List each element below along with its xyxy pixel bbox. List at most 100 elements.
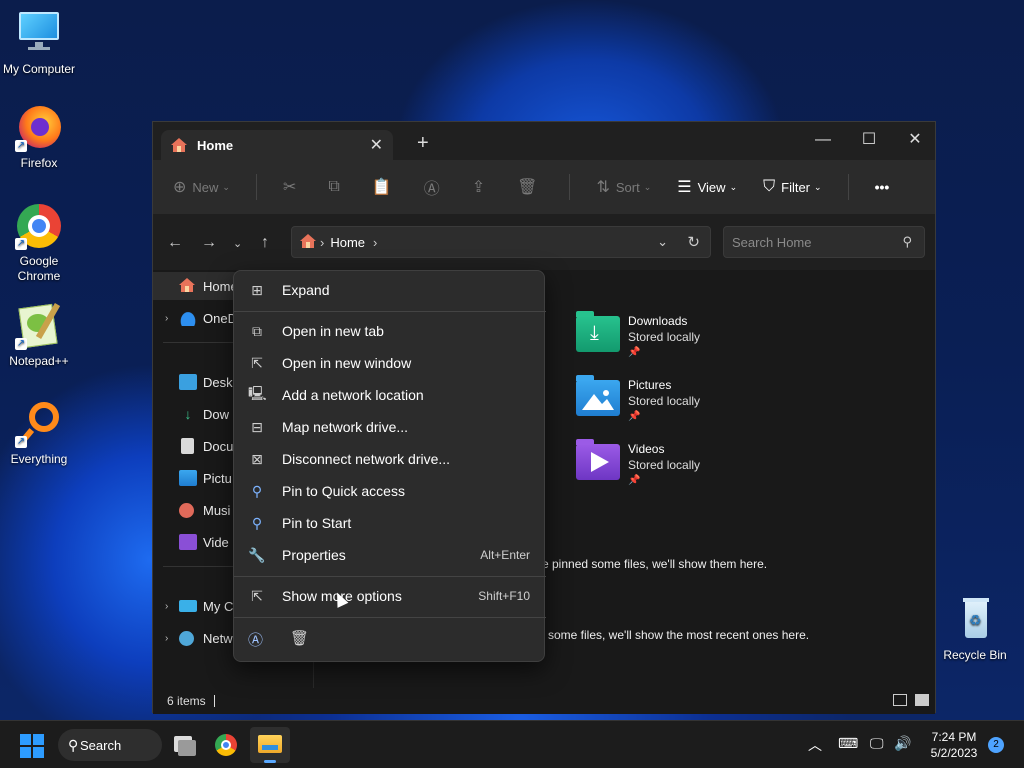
- keyboard-icon[interactable]: ⌨: [838, 735, 858, 752]
- start-button[interactable]: [20, 734, 44, 758]
- filter-button[interactable]: ⛉ Filter ⌄: [763, 178, 821, 196]
- folder-status: Stored locally: [628, 458, 701, 472]
- status-bar: 6 items: [153, 688, 935, 714]
- folder-icon: [258, 735, 282, 753]
- taskbar-chrome[interactable]: [206, 727, 246, 763]
- menu-item-pin-quick-access[interactable]: ⚲ Pin to Quick access: [242, 476, 538, 506]
- share-button[interactable]: ⇪: [472, 177, 491, 197]
- desktop-icon-everything[interactable]: ↗ Everything: [1, 400, 77, 466]
- volume-icon[interactable]: 🔊: [894, 735, 911, 752]
- nav-label: My C: [203, 598, 234, 614]
- rename-icon[interactable]: Ⓐ: [248, 629, 263, 650]
- close-window-icon[interactable]: ✕: [892, 126, 938, 154]
- shortcut-label: Alt+Enter: [480, 548, 530, 562]
- tab-home[interactable]: Home ✕: [161, 130, 393, 160]
- expand-chevron-icon[interactable]: ›: [165, 313, 179, 324]
- menu-item-label: Open in new tab: [282, 323, 384, 339]
- paste-button[interactable]: 📋: [372, 177, 398, 197]
- menu-item-show-more-options[interactable]: ⇱ Show more options Shift+F10: [242, 581, 538, 611]
- cloud-icon: [179, 310, 197, 326]
- chevron-right-icon: ›: [320, 234, 325, 250]
- notepadpp-icon: ↗: [15, 302, 63, 350]
- menu-item-label: Expand: [282, 282, 330, 298]
- tab-label: Home: [197, 137, 234, 153]
- music-icon: [179, 502, 194, 518]
- menu-item-open-new-tab[interactable]: ⧉ Open in new tab: [242, 316, 538, 346]
- view-button[interactable]: ☰ View ⌄: [677, 177, 737, 197]
- folder-videos[interactable]: Videos Stored locally 📌: [576, 439, 756, 498]
- desktop-icon-notepadpp[interactable]: ↗ Notepad++: [1, 302, 77, 368]
- folder-name: Pictures: [628, 378, 672, 392]
- show-hidden-icons-chevron-icon[interactable]: ︿: [808, 735, 822, 755]
- taskbar-search-button[interactable]: ⚲ Search: [58, 729, 162, 761]
- network-status-icon[interactable]: 🖵: [870, 735, 884, 752]
- see-more-button[interactable]: •••: [875, 179, 890, 195]
- pin-icon: 📌: [628, 411, 641, 422]
- new-tab-icon[interactable]: +: [417, 132, 429, 155]
- downloads-folder-icon: ⤓: [576, 311, 620, 352]
- recent-locations-chevron-icon[interactable]: ⌄: [233, 237, 242, 250]
- menu-item-pin-start[interactable]: ⚲ Pin to Start: [242, 508, 538, 538]
- menu-item-map-network-drive[interactable]: ⊟ Map network drive...: [242, 412, 538, 442]
- desktop-icon-my-computer[interactable]: My Computer: [1, 10, 77, 76]
- sort-button[interactable]: ⇅ Sort ⌄: [596, 177, 651, 197]
- task-view-button[interactable]: [164, 727, 204, 763]
- recent-empty-message: l some files, we'll show the most recent…: [542, 628, 810, 642]
- folder-pictures[interactable]: Pictures Stored locally 📌: [576, 375, 756, 434]
- menu-item-properties[interactable]: 🔧 Properties Alt+Enter: [242, 540, 538, 570]
- taskbar-file-explorer[interactable]: [250, 727, 290, 763]
- pin-icon: 📌: [628, 347, 641, 358]
- folder-downloads[interactable]: ⤓ Downloads Stored locally 📌: [576, 311, 756, 370]
- new-button[interactable]: ⊕ New ⌄: [173, 177, 230, 197]
- chevron-right-icon[interactable]: ›: [373, 235, 377, 250]
- breadcrumb-home[interactable]: Home: [330, 235, 365, 250]
- menu-item-label: Map network drive...: [282, 419, 409, 435]
- home-icon: [179, 278, 197, 294]
- back-arrow-icon[interactable]: ←: [167, 234, 183, 252]
- everything-icon: ↗: [15, 400, 63, 448]
- desktop-icon-recycle-bin[interactable]: ♻ Recycle Bin: [937, 596, 1013, 662]
- search-box[interactable]: ⚲: [723, 226, 925, 258]
- up-arrow-icon[interactable]: ↑: [261, 234, 269, 252]
- details-view-icon[interactable]: [893, 694, 907, 706]
- nav-label: Dow: [203, 406, 230, 422]
- document-icon: [181, 438, 194, 454]
- cut-button[interactable]: ✂: [283, 177, 302, 197]
- address-bar[interactable]: › Home › ⌄ ↻: [291, 226, 711, 258]
- delete-button[interactable]: 🗑: [517, 177, 543, 197]
- expand-chevron-icon[interactable]: ›: [165, 601, 179, 612]
- menu-divider: [234, 617, 546, 618]
- shortcut-arrow-icon: ↗: [15, 338, 27, 350]
- item-count: 6 items: [167, 694, 206, 708]
- trash-icon[interactable]: 🗑: [290, 629, 309, 647]
- minimize-icon[interactable]: —: [800, 126, 846, 154]
- disconnect-drive-icon: ⊠: [251, 450, 263, 467]
- clock[interactable]: 7:24 PM 5/2/2023: [922, 729, 986, 761]
- expand-chevron-icon[interactable]: ›: [165, 633, 179, 644]
- close-tab-icon[interactable]: ✕: [370, 135, 383, 155]
- menu-item-expand[interactable]: ⊞ Expand: [242, 275, 538, 305]
- videos-folder-icon: [576, 439, 620, 480]
- desktop-icon-firefox[interactable]: ↗ Firefox: [1, 104, 77, 170]
- menu-item-disconnect-network-drive[interactable]: ⊠ Disconnect network drive...: [242, 444, 538, 474]
- notification-badge[interactable]: 2: [988, 737, 1004, 753]
- clipboard-icon: 📋: [371, 179, 392, 196]
- nav-label: Netw: [203, 630, 233, 646]
- menu-item-label: Disconnect network drive...: [282, 451, 451, 467]
- copy-button[interactable]: ⧉: [328, 178, 345, 196]
- rename-button[interactable]: Ⓐ: [424, 175, 446, 199]
- title-bar: Home ✕ + — ☐ ✕: [153, 122, 935, 160]
- search-input[interactable]: [732, 234, 882, 250]
- nav-label: OneD: [203, 310, 237, 326]
- plus-circle-icon: ⊕: [173, 179, 187, 196]
- maximize-icon[interactable]: ☐: [846, 126, 892, 154]
- download-icon: ↓: [184, 406, 192, 422]
- menu-item-open-new-window[interactable]: ⇱ Open in new window: [242, 348, 538, 378]
- address-dropdown-icon[interactable]: ⌄: [657, 234, 668, 250]
- monitor-icon: [179, 600, 197, 612]
- desktop-icon-chrome[interactable]: ↗ Google Chrome: [1, 202, 77, 284]
- forward-arrow-icon[interactable]: →: [201, 234, 217, 252]
- refresh-icon[interactable]: ↻: [687, 233, 700, 251]
- tiles-view-icon[interactable]: [915, 694, 929, 706]
- menu-item-add-network-location[interactable]: 🖳 Add a network location: [242, 380, 538, 410]
